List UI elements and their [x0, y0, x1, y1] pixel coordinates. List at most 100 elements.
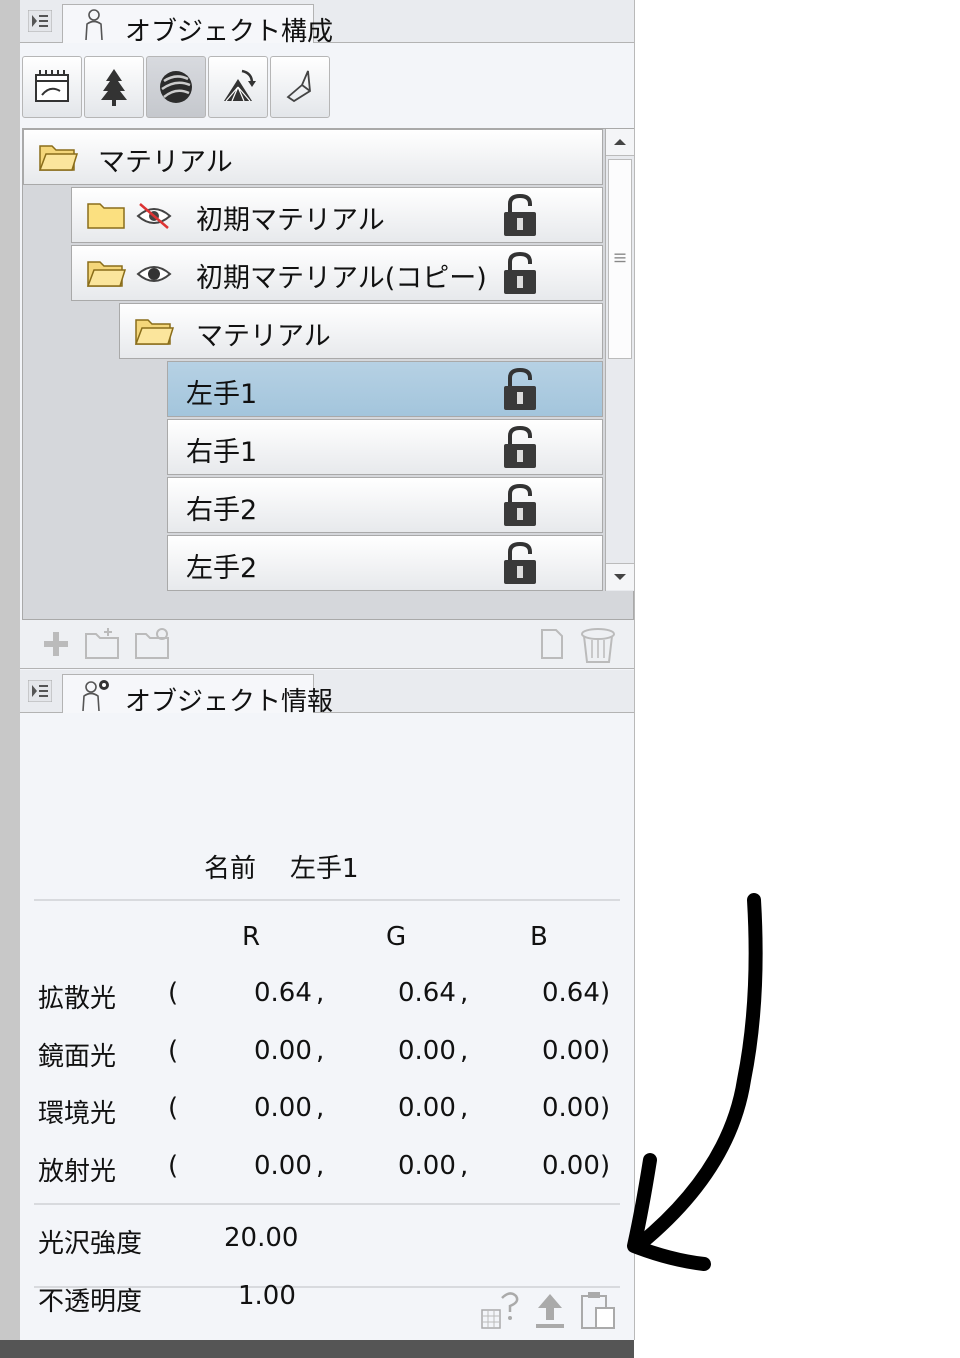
ambient-b[interactable]: 0.00: [542, 1093, 600, 1123]
material-button[interactable]: [146, 56, 206, 118]
comma: ,: [460, 1151, 469, 1181]
tree-row-label: 初期マテリアル: [196, 205, 385, 236]
folder-open-icon: [134, 319, 174, 345]
name-label: 名前: [204, 854, 257, 884]
tree-row-material-sub[interactable]: マテリアル: [119, 303, 603, 359]
diffuse-r[interactable]: 0.64: [254, 978, 312, 1008]
specular-b[interactable]: 0.00: [542, 1036, 600, 1066]
tree-row-material-root[interactable]: マテリアル: [23, 129, 603, 185]
pose-button[interactable]: [270, 56, 330, 118]
ambient-g[interactable]: 0.00: [398, 1093, 456, 1123]
unlock-icon[interactable]: [502, 194, 538, 238]
new-folder-icon[interactable]: [82, 626, 122, 662]
name-value: 左手1: [290, 854, 359, 884]
tree-row-right-hand-1[interactable]: 右手1: [167, 419, 603, 475]
hidden-eye-icon[interactable]: [136, 202, 172, 230]
material-sphere-icon: [160, 71, 192, 103]
texture-help-icon[interactable]: [480, 1290, 522, 1332]
paren-open: (: [168, 1151, 179, 1181]
eye-icon[interactable]: [136, 260, 172, 288]
unlock-icon[interactable]: [502, 542, 538, 586]
hand-drawn-arrow-icon: [627, 893, 763, 1271]
tab-object-composition[interactable]: オブジェクト構成: [62, 4, 333, 47]
tree-toolbar: [20, 620, 634, 669]
ambient-r[interactable]: 0.00: [254, 1093, 312, 1123]
emissive-b[interactable]: 0.00: [542, 1151, 600, 1181]
panel-menu-icon[interactable]: [28, 10, 52, 32]
divider: [34, 1203, 620, 1205]
left-panel-edge: [0, 0, 21, 1358]
tree-row-initial-material-copy[interactable]: 初期マテリアル(コピー): [71, 245, 603, 301]
folder-icon: [87, 203, 125, 229]
object-tree: マテリアル 初期マテリアル 初期マテリアル(コピー) マテリアル 左手1 右手1…: [22, 128, 634, 620]
paren-open: (: [168, 1093, 179, 1123]
specular-g[interactable]: 0.00: [398, 1036, 456, 1066]
add-icon[interactable]: [36, 626, 76, 662]
folder-open-icon: [38, 145, 78, 171]
comma: ,: [316, 1151, 325, 1181]
paste-icon[interactable]: [578, 1290, 618, 1332]
specular-r[interactable]: 0.00: [254, 1036, 312, 1066]
opacity-value[interactable]: 1.00: [238, 1281, 296, 1311]
gloss-value[interactable]: 20.00: [224, 1223, 298, 1253]
header-g: G: [386, 922, 407, 952]
tree-row-right-hand-2[interactable]: 右手2: [167, 477, 603, 533]
light-button[interactable]: [208, 56, 268, 118]
scroll-up-button[interactable]: [606, 129, 634, 156]
paren-close: ): [600, 1036, 611, 1066]
object-info-content: 名前 左手1 R G B 拡散光 ( 0.64 , 0.64 , 0.64 ) …: [20, 712, 634, 1340]
scroll-down-button[interactable]: [606, 563, 634, 590]
header-b: B: [530, 922, 548, 952]
emissive-label: 放射光: [38, 1157, 117, 1187]
tree-scrollbar[interactable]: [605, 129, 634, 591]
tree-button[interactable]: [84, 56, 144, 118]
tree-row-label: 左手2: [186, 553, 258, 584]
trash-icon[interactable]: [576, 622, 620, 666]
emissive-r[interactable]: 0.00: [254, 1151, 312, 1181]
tab-label: オブジェクト構成: [125, 17, 334, 47]
person-gear-icon: [82, 680, 109, 712]
person-icon: [85, 9, 103, 41]
diffuse-label: 拡散光: [38, 984, 117, 1014]
diffuse-g[interactable]: 0.64: [398, 978, 456, 1008]
tree-row-initial-material[interactable]: 初期マテリアル: [71, 187, 603, 243]
comma: ,: [460, 1036, 469, 1066]
arrow-up-icon: [614, 139, 626, 145]
tree-icon: [101, 69, 127, 106]
comma: ,: [316, 1036, 325, 1066]
paren-close: ): [600, 1151, 611, 1181]
tree-row-left-hand-2[interactable]: 左手2: [167, 535, 603, 591]
tree-row-label: 左手1: [186, 379, 258, 410]
object-info-tabbar: オブジェクト情報: [20, 670, 634, 717]
diffuse-b[interactable]: 0.64: [542, 978, 600, 1008]
unlock-icon[interactable]: [502, 426, 538, 470]
light-icon: [224, 69, 256, 102]
gloss-label: 光沢強度: [38, 1229, 143, 1259]
header-r: R: [242, 922, 261, 952]
paren-close: ): [600, 1093, 611, 1123]
pose-icon: [286, 70, 311, 103]
unlock-icon[interactable]: [502, 484, 538, 528]
duplicate-icon[interactable]: [532, 626, 572, 662]
comma: ,: [316, 1093, 325, 1123]
paren-close: ): [600, 978, 611, 1008]
opacity-label: 不透明度: [38, 1287, 143, 1317]
emissive-g[interactable]: 0.00: [398, 1151, 456, 1181]
tab-object-info[interactable]: オブジェクト情報: [62, 674, 333, 717]
ambient-label: 環境光: [38, 1099, 117, 1129]
grip-icon: [614, 253, 626, 263]
camera-button[interactable]: [22, 56, 82, 118]
unlock-icon[interactable]: [502, 252, 538, 296]
object-composition-tabbar: オブジェクト構成: [20, 0, 634, 47]
upload-icon[interactable]: [532, 1292, 568, 1332]
folder-material-icon[interactable]: [132, 626, 172, 662]
scroll-thumb[interactable]: [608, 159, 632, 359]
specular-label: 鏡面光: [38, 1042, 117, 1072]
tree-row-left-hand-1[interactable]: 左手1: [167, 361, 603, 417]
comma: ,: [316, 978, 325, 1008]
divider: [34, 899, 620, 901]
status-bar: [0, 1340, 634, 1358]
object-panel: オブジェクト構成 マテリアル 初期マテリアル 初期マテリアル(コピー) マテリア…: [20, 0, 635, 1340]
panel-menu-icon[interactable]: [28, 680, 52, 702]
unlock-icon[interactable]: [502, 368, 538, 412]
